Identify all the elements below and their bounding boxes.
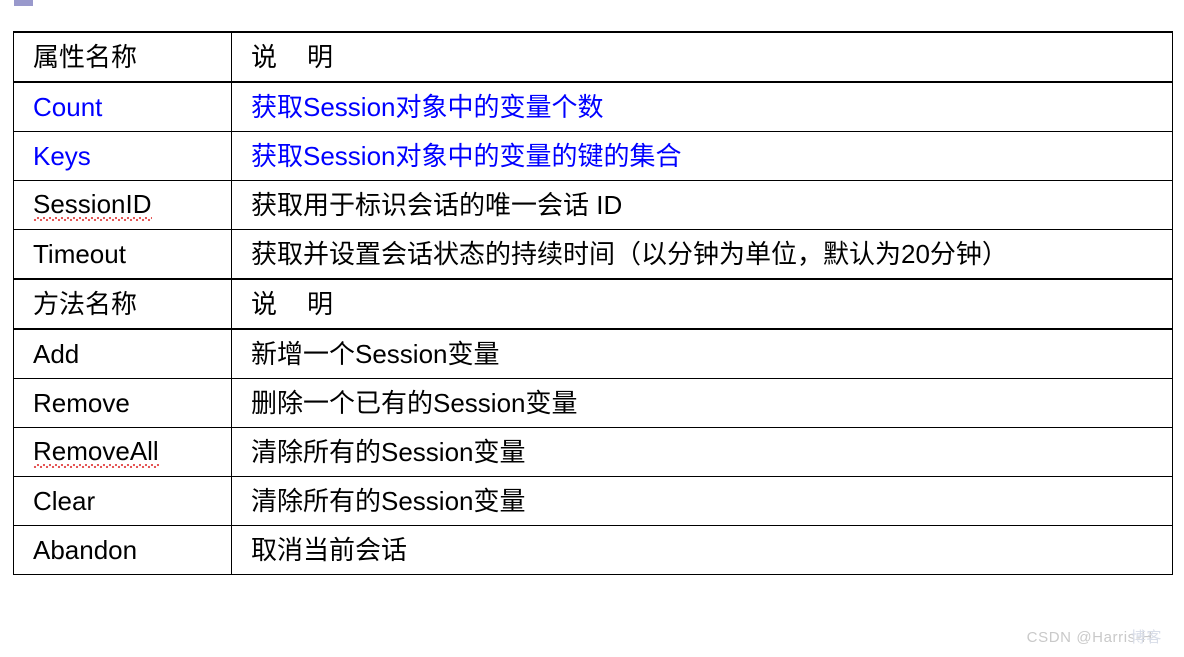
row-name-cell: Clear xyxy=(13,476,232,526)
row-name-label: Abandon xyxy=(33,535,138,565)
table-row: Keys 获取Session对象中的变量的键的集合 xyxy=(13,131,1173,181)
row-desc-cell: 获取并设置会话状态的持续时间（以分钟为单位，默认为20分钟） xyxy=(231,229,1173,280)
row-desc-cell: 获取Session对象中的变量的键的集合 xyxy=(231,131,1173,181)
table-header-row: 属性名称说明 xyxy=(13,31,1173,83)
column-header-desc: 说明 xyxy=(231,278,1173,330)
row-name-label: SessionID xyxy=(33,189,152,221)
table-row: Count 获取Session对象中的变量个数 xyxy=(13,81,1173,132)
column-header-desc-prefix: 说 xyxy=(251,42,278,72)
row-desc-cell: 获取Session对象中的变量个数 xyxy=(231,81,1173,132)
column-header-desc-suffix: 明 xyxy=(307,289,334,319)
row-name-label: RemoveAll xyxy=(33,436,159,468)
row-name-cell: RemoveAll xyxy=(13,427,232,477)
table-row: Remove 删除一个已有的Session变量 xyxy=(13,378,1173,428)
row-desc-cell: 取消当前会话 xyxy=(231,525,1173,575)
row-name-label: Count xyxy=(33,92,103,122)
row-name-cell: Count xyxy=(13,81,232,132)
table-row: RemoveAll 清除所有的Session变量 xyxy=(13,427,1173,477)
table-row: Timeout 获取并设置会话状态的持续时间（以分钟为单位，默认为20分钟） xyxy=(13,229,1173,280)
row-name-label: Add xyxy=(33,339,80,369)
column-header-name: 方法名称 xyxy=(13,278,232,330)
row-desc-cell: 新增一个Session变量 xyxy=(231,328,1173,379)
row-desc-cell: 删除一个已有的Session变量 xyxy=(231,378,1173,428)
csdn-watermark: CSDN @Harris-H博客 xyxy=(1027,626,1162,647)
watermark-overlay: 博客 xyxy=(1130,629,1162,646)
row-name-label: Remove xyxy=(33,388,130,418)
row-name-cell: Abandon xyxy=(13,525,232,575)
row-name-cell: Timeout xyxy=(13,229,232,280)
row-name-label: Timeout xyxy=(33,239,126,269)
column-header-desc: 说明 xyxy=(231,31,1173,83)
table-row: Abandon 取消当前会话 xyxy=(13,525,1173,575)
row-name-cell: Add xyxy=(13,328,232,379)
row-desc-cell: 清除所有的Session变量 xyxy=(231,476,1173,526)
row-name-label: Clear xyxy=(33,486,96,516)
table-header-row: 方法名称说明 xyxy=(13,278,1173,330)
row-desc-cell: 获取用于标识会话的唯一会话 ID xyxy=(231,180,1173,230)
column-header-desc-prefix: 说 xyxy=(251,289,278,319)
session-spec-table: 属性名称说明 Count 获取Session对象中的变量个数 Keys 获取Sessio… xyxy=(13,31,1173,575)
top-marker xyxy=(14,0,33,6)
row-name-cell: Keys xyxy=(13,131,232,181)
row-name-cell: SessionID xyxy=(13,180,232,230)
table-row: SessionID 获取用于标识会话的唯一会话 ID xyxy=(13,180,1173,230)
table-row: Add 新增一个Session变量 xyxy=(13,328,1173,379)
row-name-cell: Remove xyxy=(13,378,232,428)
column-header-name: 属性名称 xyxy=(13,31,232,83)
column-header-desc-suffix: 明 xyxy=(307,42,334,72)
row-name-label: Keys xyxy=(33,141,91,171)
row-desc-cell: 清除所有的Session变量 xyxy=(231,427,1173,477)
spec-table-container: 属性名称说明 Count 获取Session对象中的变量个数 Keys 获取Sessio… xyxy=(13,31,1173,575)
table-row: Clear 清除所有的Session变量 xyxy=(13,476,1173,526)
